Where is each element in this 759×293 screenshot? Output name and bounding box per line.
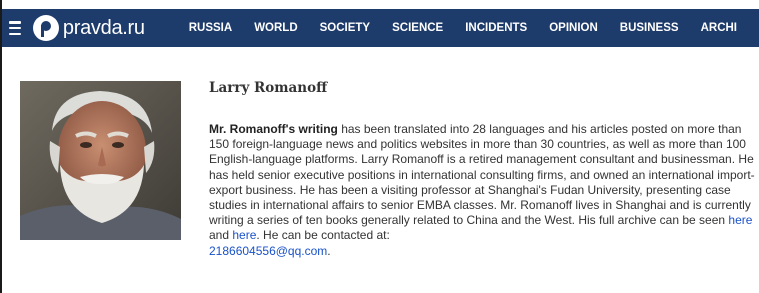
logo-name: pravda — [62, 16, 123, 39]
nav-item-society[interactable]: SOCIETY — [320, 22, 370, 34]
logo-tld: .ru — [122, 16, 145, 39]
nav-item-russia[interactable]: RUSSIA — [189, 22, 232, 34]
author-photo — [20, 81, 181, 240]
archive-link-1[interactable]: here — [728, 213, 752, 227]
bio-text: has been translated into 28 languages an… — [209, 122, 755, 228]
site-logo[interactable]: pravda.ru — [32, 15, 145, 41]
author-name: Larry Romanoff — [209, 80, 328, 96]
author-bio: Mr. Romanoff's writing has been translat… — [209, 122, 759, 259]
nav-item-opinion[interactable]: OPINION — [549, 22, 598, 34]
hamburger-menu-icon[interactable] — [9, 21, 21, 35]
page-frame: pravda.ru RUSSIA WORLD SOCIETY SCIENCE I… — [0, 0, 759, 293]
bio-end: . — [327, 243, 331, 258]
bio-lead: Mr. Romanoff's writing — [209, 122, 338, 136]
nav-item-world[interactable]: WORLD — [254, 22, 297, 34]
nav-item-business[interactable]: BUSINESS — [620, 22, 679, 34]
nav-item-incidents[interactable]: INCIDENTS — [465, 22, 527, 34]
bio-after: . He can be contacted at: — [256, 228, 390, 243]
bio-between: and — [209, 228, 233, 243]
main-nav: RUSSIA WORLD SOCIETY SCIENCE INCIDENTS O… — [189, 22, 759, 34]
top-navbar: pravda.ru RUSSIA WORLD SOCIETY SCIENCE I… — [2, 9, 759, 47]
archive-link-2[interactable]: here — [232, 228, 256, 242]
logo-text: pravda.ru — [63, 17, 145, 40]
pravda-logo-icon — [32, 15, 59, 41]
email-link[interactable]: 2186604556@qq.com — [209, 244, 327, 258]
nav-item-science[interactable]: SCIENCE — [392, 22, 443, 34]
nav-item-archive[interactable]: ARCHI — [701, 22, 737, 34]
